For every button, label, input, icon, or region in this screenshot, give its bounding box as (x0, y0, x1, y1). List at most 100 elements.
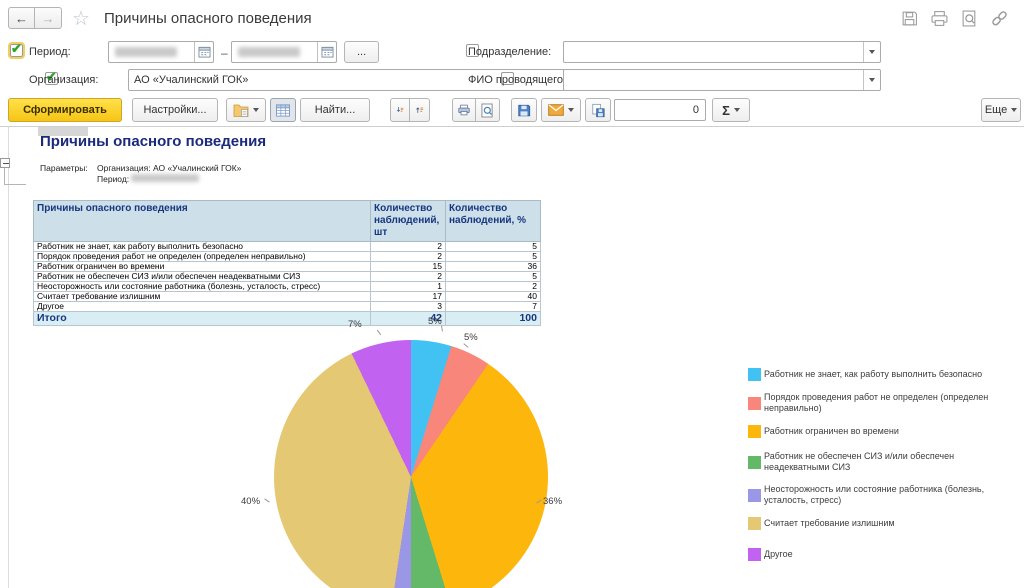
save-result-button[interactable] (511, 98, 537, 122)
cell-count: 1 (371, 282, 446, 292)
table-row[interactable]: Работник не знает, как работу выполнить … (34, 242, 541, 252)
cell-cause: Работник не знает, как работу выполнить … (34, 242, 371, 252)
period-label: Период: (29, 46, 71, 58)
period-more-button[interactable]: ... (344, 41, 379, 63)
generate-button[interactable]: Сформировать (8, 98, 122, 122)
caret-down-icon (869, 78, 875, 82)
more-label: Еще (985, 104, 1007, 116)
preview-icon[interactable] (961, 10, 978, 27)
settings-button[interactable]: Настройки... (132, 98, 218, 122)
cell-cause: Порядок проведения работ не определен (о… (34, 252, 371, 262)
table-row[interactable]: Порядок проведения работ не определен (о… (34, 252, 541, 262)
table-row[interactable]: Работник ограничен во времени1536 (34, 262, 541, 272)
legend-label: Считает требование излишним (764, 518, 895, 529)
pie-label-tick (441, 325, 443, 331)
sigma-icon: Σ (722, 103, 730, 118)
report-variants-button[interactable] (226, 98, 266, 122)
department-combobox[interactable] (563, 41, 881, 63)
cell-cause: Другое (34, 302, 371, 312)
legend-item: Неосторожность или состояние работника (… (748, 484, 1016, 506)
printer-icon (458, 103, 470, 117)
grid-settings-button[interactable] (270, 98, 296, 122)
period-checkbox[interactable]: ✔ (10, 44, 23, 57)
table-row[interactable]: Работник не обеспечен СИЗ и/или обеспече… (34, 272, 541, 282)
floppy-icon (517, 103, 531, 118)
app-window: ← → ☆ Причины опасного поведения ✔ Перио… (0, 0, 1024, 588)
group-bracket (4, 184, 26, 185)
collapse-groups-icon (396, 103, 404, 117)
legend-swatch (748, 517, 761, 530)
calendar-icon[interactable] (317, 42, 336, 62)
find-button[interactable]: Найти... (300, 98, 370, 122)
cell-cause: Считает требование излишним (34, 292, 371, 302)
legend-label: Работник не обеспечен СИЗ и/или обеспече… (764, 451, 1016, 473)
period-to-input[interactable] (231, 41, 337, 63)
window-actions (901, 10, 1008, 27)
print-icon[interactable] (931, 10, 948, 27)
legend-item: Работник ограничен во времени (748, 425, 1016, 438)
folder-document-icon (233, 103, 249, 117)
table-row[interactable]: Другое37 (34, 302, 541, 312)
pie-label-36: 36% (543, 496, 562, 507)
print-button[interactable] (452, 98, 476, 122)
cell-percent: 5 (446, 272, 541, 282)
legend-label: Неосторожность или состояние работника (… (764, 484, 1016, 506)
pie-label-tick (463, 343, 468, 348)
table-row[interactable]: Считает требование излишним1740 (34, 292, 541, 302)
collapse-group-toggle[interactable] (0, 158, 10, 168)
param-organization: Организация: АО «Учалинский ГОК» (97, 163, 241, 173)
conductor-combobox[interactable] (563, 69, 881, 91)
dropdown-button[interactable] (863, 42, 880, 62)
legend-label: Другое (764, 549, 793, 560)
pie-chart (274, 340, 548, 588)
col-header-count: Количество наблюдений, шт (371, 201, 446, 242)
favorite-star-icon[interactable]: ☆ (72, 6, 90, 31)
back-button[interactable]: ← (8, 7, 35, 29)
link-icon[interactable] (991, 10, 1008, 27)
legend-item: Работник не обеспечен СИЗ и/или обеспече… (748, 451, 1016, 473)
back-arrow-icon: ← (15, 11, 28, 26)
table-total-row[interactable]: Итого 42 100 (34, 312, 541, 326)
forward-arrow-icon: → (42, 11, 55, 26)
pie-label-40: 40% (241, 496, 260, 507)
save-copy-button[interactable] (585, 98, 611, 122)
param-period-value-redacted (131, 174, 199, 182)
document-floppy-icon (591, 103, 605, 118)
period-from-value-redacted (115, 47, 177, 57)
organization-label: Организация: (29, 74, 98, 86)
calendar-icon[interactable] (194, 42, 213, 62)
period-to-value-redacted (238, 47, 300, 57)
print-preview-button[interactable] (476, 98, 500, 122)
expand-groups-button[interactable] (410, 98, 430, 122)
cell-percent: 5 (446, 252, 541, 262)
sigma-button[interactable]: Σ (712, 98, 750, 122)
legend-item: Другое (748, 548, 1016, 561)
dropdown-button[interactable] (863, 70, 880, 90)
cell-cause: Работник не обеспечен СИЗ и/или обеспече… (34, 272, 371, 282)
caret-down-icon (1011, 108, 1017, 112)
expand-groups-icon (415, 103, 424, 117)
checkmark-icon: ✔ (11, 41, 22, 57)
send-email-button[interactable] (541, 98, 581, 122)
save-icon[interactable] (901, 10, 918, 27)
chart-legend: Работник не знает, как работу выполнить … (748, 368, 1016, 572)
period-from-input[interactable] (108, 41, 214, 63)
legend-swatch (748, 456, 761, 469)
pie-label-7: 7% (348, 319, 362, 330)
legend-label: Работник ограничен во времени (764, 426, 899, 437)
report-table: Причины опасного поведения Количество на… (33, 200, 541, 326)
pie-label-5b: 5% (464, 332, 478, 343)
col-header-cause: Причины опасного поведения (34, 201, 371, 242)
collapse-groups-button[interactable] (390, 98, 410, 122)
more-button[interactable]: Еще (981, 98, 1021, 122)
table-row[interactable]: Неосторожность или состояние работника (… (34, 282, 541, 292)
cell-percent: 2 (446, 282, 541, 292)
conductor-label: ФИО проводящего: (468, 74, 566, 86)
report-area: Причины опасного поведения Параметры: Ор… (0, 127, 1024, 588)
legend-item: Порядок проведения работ не определен (о… (748, 392, 1016, 414)
page-title: Причины опасного поведения (104, 10, 312, 27)
department-label: Подразделение: (468, 46, 551, 58)
forward-button[interactable]: → (35, 7, 62, 29)
caret-down-icon (869, 50, 875, 54)
counter-input[interactable]: 0 (614, 99, 706, 121)
